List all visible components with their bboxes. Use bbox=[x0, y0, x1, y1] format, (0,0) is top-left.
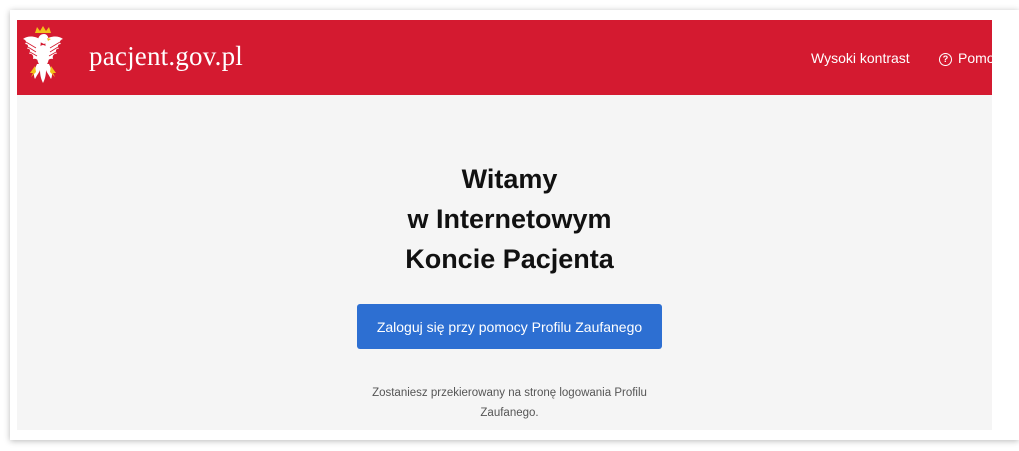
site-name[interactable]: pacjent.gov.pl bbox=[89, 40, 243, 72]
welcome-line-2: w Internetowym bbox=[407, 204, 612, 234]
welcome-heading: Witamy w Internetowym Koncie Pacjenta bbox=[17, 159, 1002, 279]
login-profil-zaufany-button[interactable]: Zaloguj się przy pomocy Profilu Zaufaneg… bbox=[357, 304, 662, 349]
main-content: Witamy w Internetowym Koncie Pacjenta Za… bbox=[17, 95, 992, 430]
welcome-line-1: Witamy bbox=[461, 164, 558, 194]
site-header: pacjent.gov.pl Wysoki kontrast ? Pomoc bbox=[17, 20, 992, 95]
question-circle-icon: ? bbox=[939, 53, 952, 66]
help-link[interactable]: ? Pomoc bbox=[939, 49, 992, 67]
welcome-line-3: Koncie Pacjenta bbox=[405, 244, 614, 274]
redirect-note: Zostaniesz przekierowany na stronę logow… bbox=[372, 387, 647, 419]
help-label: Pomoc bbox=[958, 50, 992, 66]
polish-eagle-logo-icon[interactable] bbox=[22, 26, 64, 88]
high-contrast-link[interactable]: Wysoki kontrast bbox=[811, 49, 910, 67]
